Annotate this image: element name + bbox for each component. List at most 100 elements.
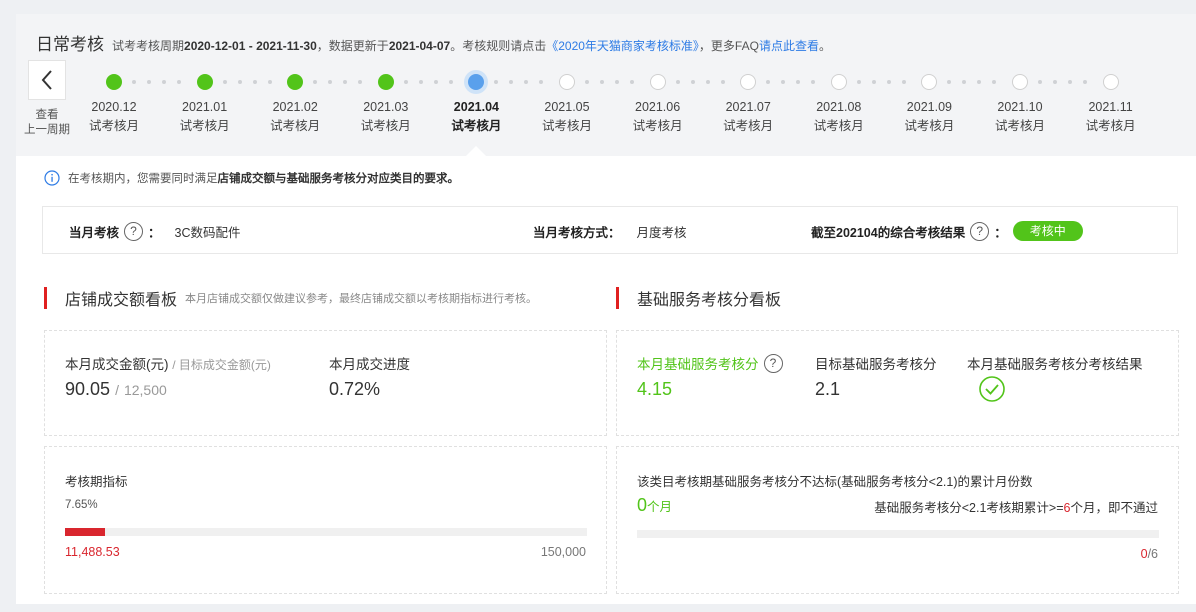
timeline-node-label: 2021.03 试考核月 (346, 98, 426, 136)
fail-months-counter-total: /6 (1147, 547, 1158, 561)
timeline-month: 2021.05 (544, 100, 590, 114)
timeline-month: 2021.01 (182, 100, 228, 114)
question-circle-icon[interactable]: ? (124, 221, 144, 241)
sales-board-header: 店铺成交额看板 本月店铺成交额仅做建议参考，最终店铺成交额以考核期指标进行考核。 (44, 286, 537, 310)
monthly-assessment-label: 当月考核 (69, 225, 120, 240)
timeline-connector-dot (313, 80, 318, 84)
timeline-status-dot (377, 74, 394, 90)
timeline-connector-dot (328, 80, 333, 84)
fail-rule-suffix: 个月，即不通过 (1070, 501, 1158, 515)
timeline-connector-dot (871, 80, 876, 84)
monthly-amount-label: 本月成交金额(元) / 目标成交金额(元) (65, 353, 271, 373)
timeline-connector-dot (856, 80, 861, 84)
timeline-connector-dot (343, 80, 348, 84)
question-circle-icon[interactable]: ? (970, 221, 990, 241)
timeline-node-label: 2020.12 试考核月 (74, 98, 154, 136)
timeline-connector-dot (675, 80, 680, 84)
monthly-score-value: 4.15 (637, 379, 673, 399)
period-indicator-label: 考核期指标 (65, 475, 128, 489)
service-board-header: 基础服务考核分看板 (616, 286, 789, 310)
timeline-status-label: 试考核月 (723, 119, 774, 133)
timeline-status-label: 试考核月 (270, 119, 321, 133)
timeline-connector-dot (690, 80, 695, 84)
timeline-connector (494, 80, 544, 84)
timeline-status-dot (649, 74, 666, 90)
header-area: 日常考核 试考考核周期2020-12-01 - 2021-11-30，数据更新于… (16, 14, 1196, 156)
timeline-month: 2021.06 (635, 100, 681, 114)
timeline-connector-dot (267, 80, 272, 84)
monthly-amount-label-text: 本月成交金额(元) (65, 357, 169, 372)
info-bold: 店铺成交额与基础服务考核分对应类目的要求。 (217, 173, 460, 185)
timeline-connector-dot (585, 80, 589, 84)
info-notice: 在考核期内，您需要同时满足店铺成交额与基础服务考核分对应类目的要求。 (44, 170, 459, 186)
timeline-connector-dot (811, 80, 816, 84)
info-circle-icon (44, 170, 60, 186)
timeline-connector (766, 80, 816, 84)
timeline-status-dot (196, 74, 213, 90)
monthly-amount-number: 90.05 (65, 379, 111, 399)
assessment-method-label: 当月考核方式： (533, 225, 621, 240)
target-amount-number: 12,500 (123, 382, 167, 398)
sales-board-note: 本月店铺成交额仅做建议参考，最终店铺成交额以考核期指标进行考核。 (185, 293, 538, 305)
timeline-month: 2021.02 (272, 100, 318, 114)
timeline-status-label: 试考核月 (994, 119, 1045, 133)
timeline-connector-dot (977, 80, 982, 84)
fail-rule-text: 基础服务考核分<2.1考核期累计>=6个月，即不通过 (874, 497, 1158, 516)
timeline-connector-dot (615, 80, 619, 84)
timeline-status-label: 试考核月 (360, 119, 411, 133)
timeline-node-label: 2021.01 试考核月 (165, 98, 245, 136)
monthly-assessment-colon: ： (148, 225, 161, 240)
timeline-connector-dot (433, 80, 438, 84)
timeline-status-dot (287, 74, 304, 90)
fail-months-progress-bar (637, 530, 1159, 538)
timeline-connector (222, 80, 272, 84)
timeline-node-label: 2021.10 试考核月 (980, 98, 1060, 136)
timeline-connector (585, 80, 634, 84)
assessment-method: 当月考核方式： 月度考核 (533, 207, 687, 255)
timeline-connector-dot (947, 80, 952, 84)
timeline-connector-dot (509, 80, 514, 84)
timeline-connector (947, 80, 997, 84)
timeline-connector-dot (494, 80, 499, 84)
service-score-card: 本月基础服务考核分? 4.15 目标基础服务考核分 2.1 本月基础服务考核分考… (616, 330, 1179, 436)
timeline-status-label: 试考核月 (632, 119, 683, 133)
assessment-method-value: 月度考核 (636, 225, 687, 240)
timeline-connector-dot (886, 80, 891, 84)
timeline-node-label: 2021.11 试考核月 (1071, 98, 1151, 136)
check-circle-icon (979, 376, 1005, 402)
question-circle-icon[interactable]: ? (763, 353, 783, 373)
timeline-connector-dot (222, 80, 227, 84)
monthly-progress-label: 本月成交进度 (329, 357, 410, 372)
timeline-status-label: 试考核月 (904, 119, 955, 133)
period-indicator-percent: 7.65% (65, 499, 98, 511)
service-board-title: 基础服务考核分看板 (637, 292, 782, 309)
section-marker (616, 287, 619, 309)
period-progress-bar (65, 528, 587, 536)
page: 日常考核 试考考核周期2020-12-01 - 2021-11-30，数据更新于… (16, 14, 1196, 604)
timeline-connector-dot (1053, 80, 1057, 84)
status-badge: 考核中 (1012, 221, 1083, 241)
timeline-connector-dot (1038, 80, 1042, 84)
assessment-summary: 当月考核 ? ： 3C数码配件 当月考核方式： 月度考核 截至202104的综合… (42, 206, 1178, 254)
timeline-status-label: 试考核月 (88, 119, 139, 133)
timeline-month: 2021.10 (997, 100, 1043, 114)
timeline-connector-dot (448, 80, 453, 84)
timeline-status-label: 试考核月 (813, 119, 864, 133)
timeline-status-dot (740, 74, 757, 90)
timeline-month: 2021.08 (816, 100, 862, 114)
timeline-connector-dot (600, 80, 604, 84)
section-marker (44, 287, 47, 309)
timeline-connector-dot (992, 80, 997, 84)
timeline-node-label: 2021.04 试考核月 (436, 98, 516, 136)
timeline-connector-dot (358, 80, 363, 84)
timeline-connector-dot (539, 80, 544, 84)
timeline-status-dot (1102, 74, 1119, 90)
period-timeline: 2020.12 试考核月 2021.01 试考核月 2021.02 试考核月 2021.03… (16, 14, 1196, 156)
timeline-connector-dot (147, 80, 151, 84)
timeline-connector-dot (252, 80, 257, 84)
timeline-connector (132, 80, 181, 84)
overall-result-label: 截至202104的综合考核结果 (811, 225, 966, 240)
monthly-score-label-text: 本月基础服务考核分 (637, 357, 759, 372)
timeline-status-dot (830, 74, 847, 90)
timeline-status-label: 试考核月 (1085, 119, 1136, 133)
